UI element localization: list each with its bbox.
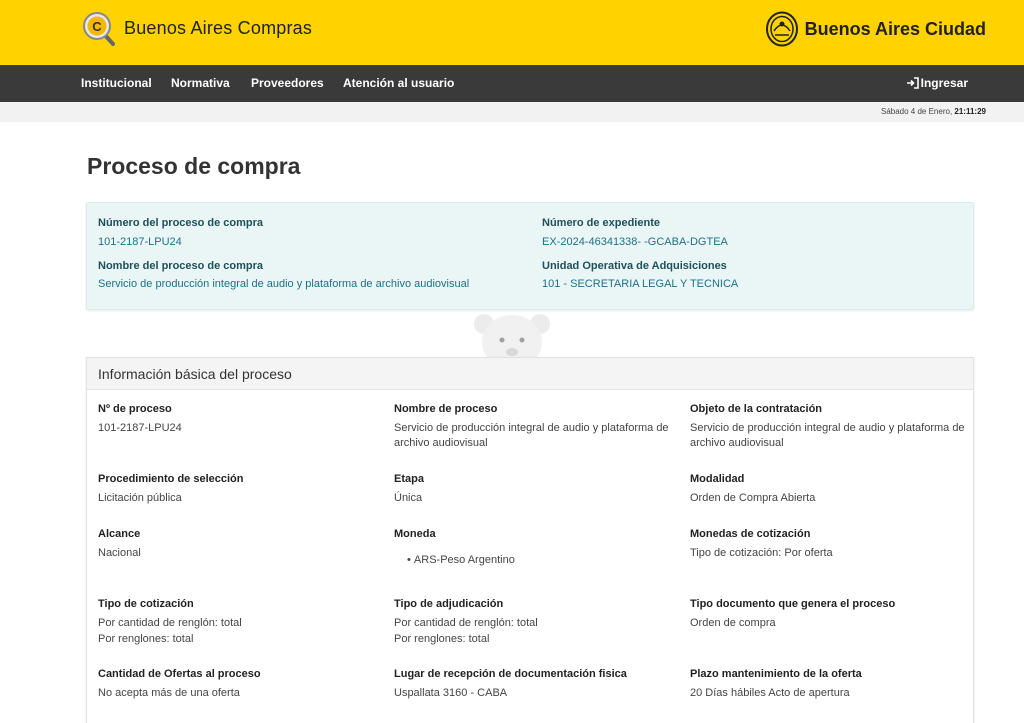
process-number-label: Número del proceso de compra [98, 217, 264, 229]
brand-name: Buenos Aires Compras [124, 17, 313, 38]
etapa-value: Única [394, 492, 423, 504]
city-seal-icon [765, 11, 799, 47]
page-title: Proceso de compra [87, 153, 301, 179]
nro-proceso-label: Nº de proceso [98, 403, 172, 415]
basic-info-header: Información básica del proceso [87, 358, 973, 390]
nav-institucional[interactable]: Institucional [81, 76, 152, 90]
procedimiento-label: Procedimiento de selección [98, 473, 244, 485]
expediente-label: Número de expediente [542, 217, 660, 229]
nav-atencion-usuario[interactable]: Atención al usuario [343, 76, 454, 90]
alcance-label: Alcance [98, 528, 141, 540]
basic-info-title: Información básica del proceso [98, 366, 292, 382]
process-name-value: Servicio de producción integral de audio… [98, 278, 470, 290]
tipo-documento-value: Orden de compra [690, 617, 776, 629]
current-date: Sábado 4 de Enero, [881, 107, 953, 116]
modalidad-label: Modalidad [690, 473, 745, 485]
tipo-adjudicacion-label: Tipo de adjudicación [394, 598, 504, 610]
objeto-contratacion-label: Objeto de la contratación [690, 403, 823, 415]
etapa-label: Etapa [394, 473, 424, 485]
lugar-recepcion-label: Lugar de recepción de documentación fisi… [394, 668, 627, 680]
buenos-aires-ciudad-logo[interactable]: Buenos Aires Ciudad [765, 11, 986, 47]
login-button[interactable]: Ingresar [906, 76, 968, 90]
sign-in-icon [906, 77, 919, 89]
login-label: Ingresar [920, 76, 968, 90]
monedas-cotizacion-label: Monedas de cotización [690, 528, 811, 540]
cantidad-ofertas-value: No acepta más de una oferta [98, 687, 240, 699]
unidad-operativa-label: Unidad Operativa de Adquisiciones [542, 260, 727, 272]
tipo-cotizacion-line1: Por cantidad de renglón: total [98, 617, 242, 629]
tipo-adjudicacion-line1: Por cantidad de renglón: total [394, 617, 538, 629]
tipo-cotizacion-label: Tipo de cotización [98, 598, 194, 610]
process-name-label: Nombre del proceso de compra [98, 260, 264, 272]
current-time: 21:11:29 [954, 107, 986, 116]
plazo-mantenimiento-label: Plazo mantenimiento de la oferta [690, 668, 862, 680]
modalidad-value: Orden de Compra Abierta [690, 492, 816, 504]
basic-info-panel: Información básica del proceso Nº de pro… [86, 357, 974, 723]
top-header: C Buenos Aires Compras Buenos Aires Ciud… [0, 0, 1024, 65]
city-brand-name: Buenos Aires Ciudad [804, 18, 986, 39]
expediente-value: EX-2024-46341338- -GCABA-DGTEA [542, 236, 728, 248]
objeto-contratacion-value: Servicio de producción integral de audio… [690, 422, 965, 449]
lugar-recepcion-value: Uspallata 3160 - CABA [394, 687, 508, 699]
nro-proceso-value: 101-2187-LPU24 [98, 422, 182, 434]
process-number-value: 101-2187-LPU24 [98, 236, 182, 248]
procedimiento-value: Licitación pública [98, 492, 182, 504]
tipo-documento-label: Tipo documento que genera el proceso [690, 598, 896, 610]
moneda-label: Moneda [394, 528, 436, 540]
nombre-proceso-value: Servicio de producción integral de audio… [394, 422, 669, 449]
nav-proveedores[interactable]: Proveedores [251, 76, 324, 90]
nav-normativa[interactable]: Normativa [171, 76, 230, 90]
cantidad-ofertas-label: Cantidad de Ofertas al proceso [98, 668, 261, 680]
date-bar: Sábado 4 de Enero, 21:11:29 [0, 102, 1024, 122]
magnifier-coin-icon: C [82, 10, 118, 46]
moneda-list-item: • ARS-Peso Argentino [407, 554, 515, 566]
process-summary-card: Número del proceso de compra 101-2187-LP… [86, 202, 974, 310]
nombre-proceso-label: Nombre de proceso [394, 403, 498, 415]
current-datetime: Sábado 4 de Enero, 21:11:29 [881, 107, 986, 116]
main-navigation: Institucional Normativa Proveedores Aten… [0, 65, 1024, 102]
tipo-cotizacion-line2: Por renglones: total [98, 633, 194, 645]
alcance-value: Nacional [98, 547, 141, 559]
unidad-operativa-value: 101 - SECRETARIA LEGAL Y TECNICA [542, 278, 739, 290]
tipo-adjudicacion-line2: Por renglones: total [394, 633, 490, 645]
monedas-cotizacion-value: Tipo de cotización: Por oferta [690, 547, 833, 559]
svg-text:C: C [92, 19, 102, 34]
moneda-value: ARS-Peso Argentino [413, 554, 515, 566]
plazo-mantenimiento-value: 20 Días hábiles Acto de apertura [690, 687, 850, 699]
buenos-aires-compras-logo[interactable]: C Buenos Aires Compras [82, 10, 312, 46]
